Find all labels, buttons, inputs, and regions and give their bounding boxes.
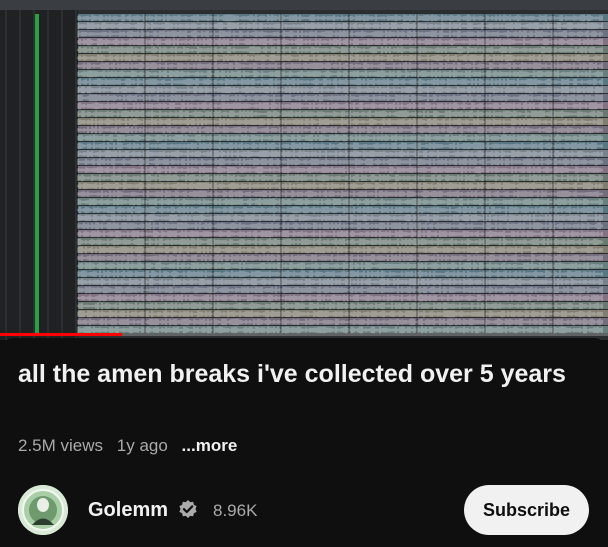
video-info-panel: all the amen breaks i've collected over … xyxy=(0,338,608,547)
daw-waveform-screenshot xyxy=(0,0,608,340)
video-meta-row: 2.5M views 1y ago ...more xyxy=(18,436,237,456)
video-progress-bar[interactable] xyxy=(0,333,608,336)
video-title[interactable]: all the amen breaks i've collected over … xyxy=(18,358,588,391)
avatar-image xyxy=(18,485,68,535)
subscribe-button[interactable]: Subscribe xyxy=(464,485,589,535)
video-progress-fill xyxy=(0,333,122,336)
view-count: 2.5M views xyxy=(18,436,104,455)
verified-check-icon xyxy=(179,500,197,518)
video-player[interactable] xyxy=(0,0,608,340)
channel-row: Golemm 8.96K Subscribe xyxy=(0,483,608,539)
channel-avatar[interactable] xyxy=(18,485,68,535)
more-link[interactable]: ...more xyxy=(182,436,238,455)
channel-name[interactable]: Golemm xyxy=(88,499,168,522)
upload-age: 1y ago xyxy=(116,436,168,455)
video-page: all the amen breaks i've collected over … xyxy=(0,0,608,547)
subscriber-count: 8.96K xyxy=(213,501,258,520)
